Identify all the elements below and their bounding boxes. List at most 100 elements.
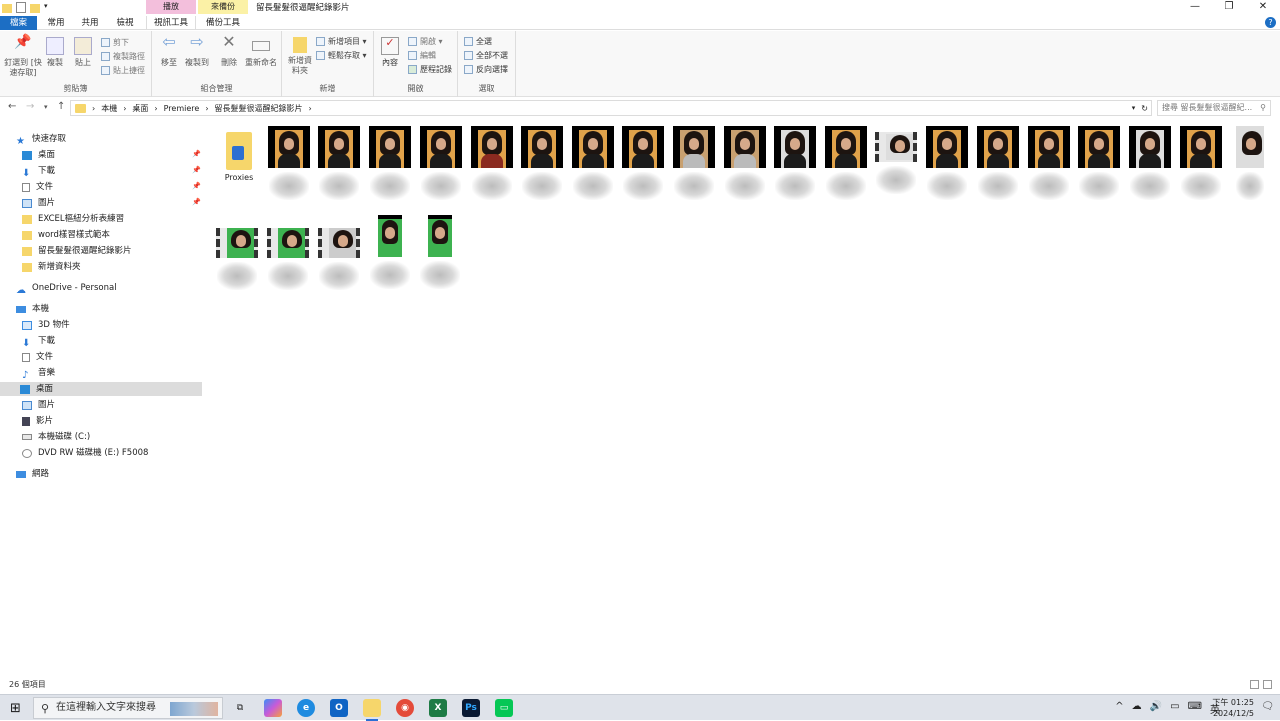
taskbar-search-input[interactable]: ⚲ 在這裡輸入文字來搜尋 bbox=[33, 697, 223, 719]
chevron-down-icon[interactable]: ▾ bbox=[44, 2, 52, 13]
nav-quick-access[interactable]: ★ 快速存取 bbox=[16, 132, 66, 147]
video-file[interactable] bbox=[1128, 126, 1172, 200]
minimize-button[interactable]: — bbox=[1178, 0, 1212, 14]
outlook-icon[interactable]: O bbox=[330, 699, 348, 717]
paste-shortcut-button[interactable]: 貼上捷徑 bbox=[101, 63, 145, 77]
breadcrumb-premiere[interactable]: Premiere bbox=[164, 104, 200, 113]
nav-pc-downloads[interactable]: ⬇ 下載 bbox=[22, 334, 55, 349]
edit-button[interactable]: 編輯 bbox=[408, 48, 436, 62]
video-file[interactable] bbox=[571, 126, 615, 200]
breadcrumb-current-folder[interactable]: 留長髮髮很逼醒紀錄影片 bbox=[215, 103, 303, 114]
new-folder-button[interactable]: 新增資料夾 bbox=[286, 37, 314, 76]
recent-locations-chevron-icon[interactable]: ▾ bbox=[44, 103, 48, 111]
edge-icon[interactable]: e bbox=[297, 699, 315, 717]
nav-quick-video-folder[interactable]: 留長髮髮很逼醒紀錄影片 bbox=[22, 244, 132, 258]
address-box[interactable]: › 本機 › 桌面 › Premiere › 留長髮髮很逼醒紀錄影片 › ▾ ↻ bbox=[70, 100, 1152, 116]
pin-quick-access-button[interactable]: 📌 釘選到 [快速存取] bbox=[4, 35, 42, 78]
move-to-button[interactable]: ⇦ 移至 bbox=[158, 34, 180, 68]
video-file[interactable] bbox=[368, 126, 412, 200]
properties-button[interactable]: ✓ 內容 bbox=[380, 37, 400, 68]
properties-icon[interactable] bbox=[16, 2, 26, 13]
video-file[interactable] bbox=[317, 222, 361, 290]
notification-icon[interactable]: 🗨 bbox=[1261, 701, 1274, 712]
keyboard-icon[interactable]: ⌨ bbox=[1188, 701, 1202, 716]
nav-quick-new-folder[interactable]: 新增資料夾 bbox=[22, 260, 81, 274]
large-icons-view-icon[interactable] bbox=[1263, 680, 1272, 689]
video-file[interactable] bbox=[1179, 126, 1223, 200]
chrome-icon[interactable]: ◉ bbox=[396, 699, 414, 717]
task-view-icon[interactable]: ⧉ bbox=[231, 699, 249, 717]
nav-pc-desktop[interactable]: 桌面 bbox=[0, 382, 202, 396]
video-file[interactable] bbox=[976, 126, 1020, 200]
new-item-button[interactable]: 新增項目 ▾ bbox=[316, 34, 367, 48]
nav-pc-pictures[interactable]: 圖片 bbox=[22, 398, 55, 412]
easy-access-button[interactable]: 輕鬆存取 ▾ bbox=[316, 48, 367, 62]
video-file[interactable] bbox=[773, 126, 817, 200]
tab-share[interactable]: 共用 bbox=[78, 16, 102, 30]
close-button[interactable]: ✕ bbox=[1246, 0, 1280, 14]
video-file[interactable] bbox=[317, 126, 361, 200]
nav-pc-dvd-drive[interactable]: DVD RW 磁碟機 (E:) F5008 bbox=[22, 446, 148, 460]
clock[interactable]: 下午 01:25 2024/12/5 bbox=[1212, 697, 1254, 719]
search-input[interactable]: 搜尋 留長髮髮很逼醒紀... ⚲ bbox=[1157, 100, 1271, 116]
video-file[interactable] bbox=[1027, 126, 1071, 200]
nav-quick-documents[interactable]: 文件 bbox=[22, 180, 53, 194]
nav-pc-videos[interactable]: 影片 bbox=[22, 414, 53, 428]
volume-icon[interactable]: 🔊 bbox=[1150, 701, 1162, 716]
tab-video-tools[interactable]: 視訊工具 bbox=[146, 16, 196, 30]
video-file[interactable] bbox=[1234, 126, 1266, 200]
rename-button[interactable]: 重新命名 bbox=[244, 37, 278, 68]
paste-button[interactable]: 貼上 bbox=[72, 37, 94, 68]
nav-quick-excel-folder[interactable]: EXCEL樞紐分析表練習 bbox=[22, 212, 124, 226]
excel-icon[interactable]: X bbox=[429, 699, 447, 717]
nav-pc-documents[interactable]: 文件 bbox=[22, 350, 53, 364]
nav-network[interactable]: 網路 bbox=[16, 467, 49, 481]
video-file[interactable] bbox=[824, 126, 868, 200]
nav-quick-pictures[interactable]: 圖片 bbox=[22, 196, 55, 210]
video-file[interactable] bbox=[215, 222, 259, 290]
video-file[interactable] bbox=[621, 126, 665, 200]
copy-button[interactable]: 複製 bbox=[44, 37, 66, 68]
video-file[interactable] bbox=[266, 222, 310, 290]
tab-home[interactable]: 常用 bbox=[44, 16, 68, 30]
up-arrow-icon[interactable]: ↑ bbox=[57, 101, 65, 112]
battery-icon[interactable]: ▭ bbox=[1170, 701, 1179, 716]
delete-button[interactable]: ✕ 刪除 bbox=[218, 34, 240, 68]
open-button[interactable]: 開啟 ▾ bbox=[408, 34, 443, 48]
video-file[interactable] bbox=[470, 126, 514, 200]
tab-view[interactable]: 檢視 bbox=[113, 16, 137, 30]
tab-backup-tools[interactable]: 備份工具 bbox=[198, 16, 248, 30]
tab-file[interactable]: 檔案 bbox=[0, 16, 37, 30]
photoshop-icon[interactable]: Ps bbox=[462, 699, 480, 717]
video-file[interactable] bbox=[418, 215, 462, 289]
history-button[interactable]: 歷程記錄 bbox=[408, 62, 452, 76]
video-file[interactable] bbox=[419, 126, 463, 200]
refresh-icon[interactable]: ↻ bbox=[1141, 104, 1151, 113]
video-file[interactable] bbox=[723, 126, 767, 200]
file-explorer-icon[interactable] bbox=[363, 699, 381, 721]
select-all-button[interactable]: 全選 bbox=[464, 34, 492, 48]
back-arrow-icon[interactable]: ← bbox=[8, 101, 16, 112]
nav-quick-desktop[interactable]: 桌面 bbox=[22, 148, 55, 162]
cloud-icon[interactable]: ☁ bbox=[1132, 701, 1142, 716]
video-file[interactable] bbox=[520, 126, 564, 200]
nav-quick-word-folder[interactable]: word樣習樣式範本 bbox=[22, 228, 110, 242]
windows-start-icon[interactable]: ⊞ bbox=[10, 701, 21, 716]
help-icon[interactable]: ? bbox=[1265, 17, 1276, 28]
cut-button[interactable]: 剪下 bbox=[101, 35, 129, 49]
copy-path-button[interactable]: 複製路徑 bbox=[101, 49, 145, 63]
select-none-button[interactable]: 全部不選 bbox=[464, 48, 508, 62]
nav-quick-downloads[interactable]: ⬇ 下載 bbox=[22, 164, 55, 179]
details-view-icon[interactable] bbox=[1250, 680, 1259, 689]
copilot-icon[interactable] bbox=[264, 699, 282, 717]
folder-proxies[interactable]: Proxies bbox=[217, 128, 261, 182]
breadcrumb-this-pc[interactable]: 本機 bbox=[101, 103, 117, 114]
invert-selection-button[interactable]: 反向選擇 bbox=[464, 62, 508, 76]
nav-pc-local-disk[interactable]: 本機磁碟 (C:) bbox=[22, 430, 90, 444]
nav-pc-3d-objects[interactable]: 3D 物件 bbox=[22, 318, 70, 332]
maximize-button[interactable]: ❐ bbox=[1212, 0, 1246, 14]
new-folder-icon[interactable] bbox=[30, 3, 40, 13]
video-file[interactable] bbox=[672, 126, 716, 200]
line-icon[interactable]: ▭ bbox=[495, 699, 513, 717]
video-file[interactable] bbox=[874, 126, 918, 194]
